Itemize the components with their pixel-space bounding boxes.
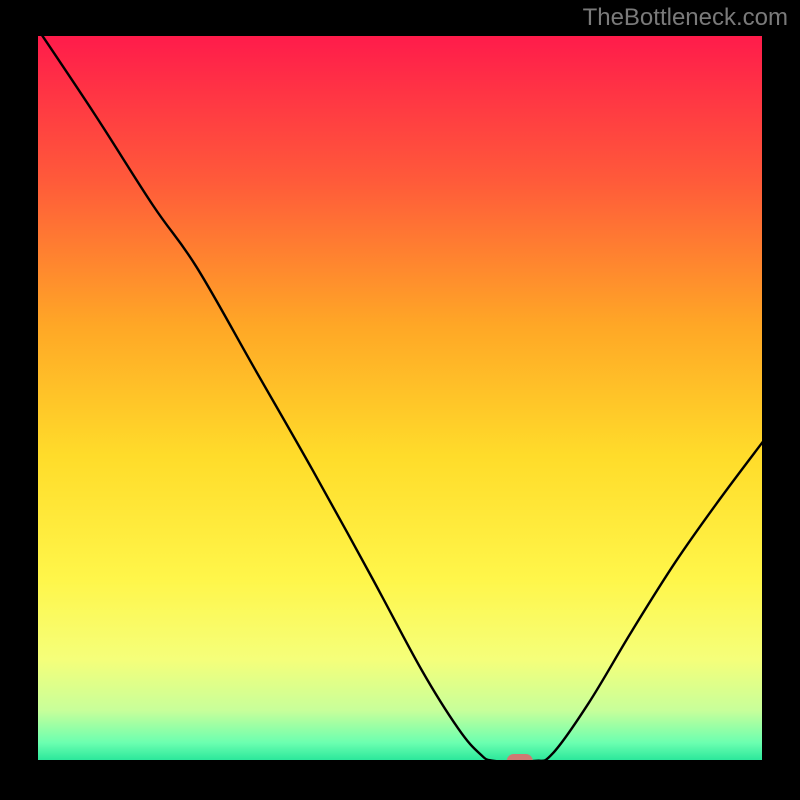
watermark-text: TheBottleneck.com xyxy=(583,4,788,32)
plot-background xyxy=(37,35,763,761)
bottleneck-chart xyxy=(0,0,800,800)
chart-container: TheBottleneck.com xyxy=(0,0,800,800)
